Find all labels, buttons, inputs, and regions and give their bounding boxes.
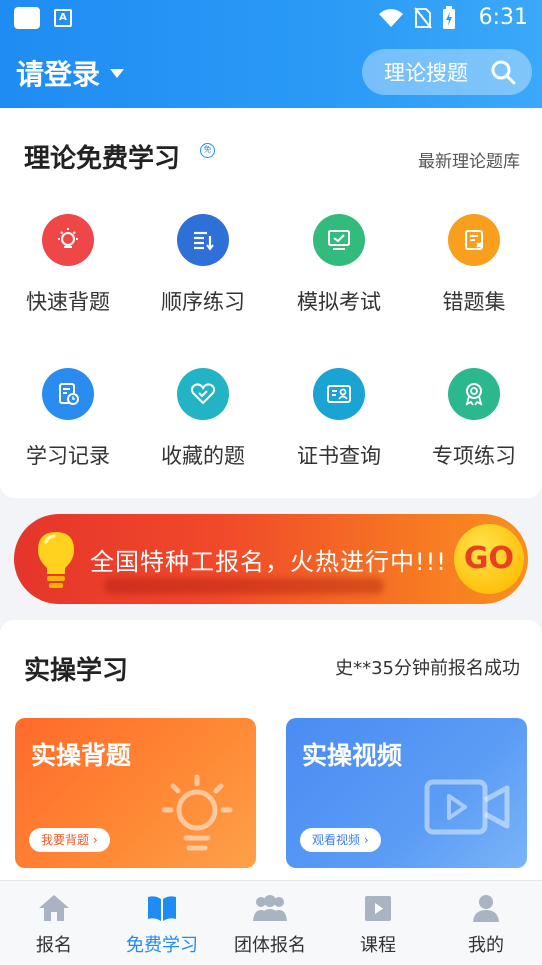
no-sim-icon [414, 7, 432, 29]
grid-item-sequential-practice[interactable]: 顺序练习 [148, 214, 258, 316]
recite-button-label: 我要背题 [41, 833, 90, 847]
tile-title: 实操背题 [31, 741, 132, 770]
practice-title: 实操学习 [24, 656, 129, 686]
grid-item-mock-exam[interactable]: 模拟考试 [284, 214, 394, 316]
tab-free-study[interactable]: 免费学习 [108, 893, 216, 957]
practice-recite-tile[interactable]: 实操背题 我要背题 › [15, 718, 256, 868]
wifi-icon [379, 9, 403, 27]
book-icon [148, 896, 176, 921]
watch-video-button-label: 观看视频 [312, 833, 361, 847]
free-badge: 免 [200, 143, 215, 158]
tab-label: 报名 [36, 935, 72, 956]
status-bar: A 6:31 [0, 0, 542, 38]
lightbulb-icon [38, 532, 74, 588]
grid-item-label: 模拟考试 [297, 290, 381, 314]
tab-label: 免费学习 [126, 935, 198, 956]
award-medal-icon [448, 368, 500, 420]
app-header: A 6:31 请登录 理论搜题 [0, 0, 542, 108]
group-icon [253, 895, 287, 921]
grid-item-label: 快速背题 [26, 290, 110, 314]
grid-item-label: 证书查询 [297, 444, 381, 468]
bulb-illustration-icon [161, 774, 233, 851]
chevron-right-icon: › [92, 833, 98, 847]
search-label: 理论搜题 [384, 61, 468, 85]
battery-charging-icon [443, 6, 455, 29]
login-label: 请登录 [16, 58, 101, 91]
tab-register[interactable]: 报名 [0, 893, 108, 957]
grid-item-favorites[interactable]: 收藏的题 [148, 368, 258, 470]
monitor-check-icon [313, 214, 365, 266]
grid-item-label: 错题集 [442, 290, 506, 314]
record-clock-icon [42, 368, 94, 420]
tab-group-register[interactable]: 团体报名 [216, 893, 324, 957]
latest-question-bank-link[interactable]: 最新理论题库 [418, 147, 520, 172]
tab-label: 我的 [468, 935, 504, 956]
grid-item-special-practice[interactable]: 专项练习 [419, 368, 529, 470]
play-icon [365, 896, 391, 921]
clock: 6:31 [478, 5, 528, 30]
theory-study-card: 理论免费学习 免 最新理论题库 快速背题 顺序练习 模拟考试 错题集 学习记录 [0, 108, 542, 498]
chevron-right-icon: › [363, 833, 369, 847]
grid-item-quick-recite[interactable]: 快速背题 [13, 214, 123, 316]
practice-video-tile[interactable]: 实操视频 观看视频 › [286, 718, 527, 868]
watch-video-button[interactable]: 观看视频 › [300, 828, 381, 852]
bulb-icon [42, 214, 94, 266]
grid-item-label: 顺序练习 [161, 290, 245, 314]
tile-title: 实操视频 [302, 741, 403, 770]
notification-icon [14, 7, 40, 29]
practice-study-card: 实操学习 史**35分钟前报名成功 实操背题 我要背题 › 实操视频 观看视频 … [0, 620, 542, 882]
grid-item-label: 专项练习 [432, 444, 516, 468]
video-camera-icon [424, 779, 510, 835]
theory-title: 理论免费学习 [24, 144, 181, 174]
banner-shadow-text [104, 578, 384, 594]
registration-notice: 史**35分钟前报名成功 [335, 658, 520, 679]
caret-down-icon [110, 68, 125, 78]
grid-item-label: 收藏的题 [161, 444, 245, 468]
grid-item-label: 学习记录 [26, 444, 110, 468]
tab-label: 课程 [360, 935, 396, 956]
app-notification-icon: A [54, 9, 72, 27]
bottom-tab-bar: 报名 免费学习 团体报名 课程 我的 [0, 880, 542, 965]
grid-item-certificate-query[interactable]: 证书查询 [284, 368, 394, 470]
home-icon [39, 895, 69, 921]
grid-item-wrong-questions[interactable]: 错题集 [419, 214, 529, 316]
certificate-id-icon [313, 368, 365, 420]
tab-label: 团体报名 [234, 935, 306, 956]
grid-item-study-record[interactable]: 学习记录 [13, 368, 123, 470]
tab-courses[interactable]: 课程 [324, 893, 432, 957]
status-icons [378, 6, 456, 30]
wrong-notebook-icon [448, 214, 500, 266]
search-button[interactable]: 理论搜题 [362, 49, 532, 95]
heart-check-icon [177, 368, 229, 420]
registration-banner[interactable]: 全国特种工报名，火热进行中!!! GO [14, 514, 528, 604]
login-dropdown[interactable]: 请登录 [16, 53, 125, 93]
tab-mine[interactable]: 我的 [432, 893, 540, 957]
user-icon [473, 895, 499, 922]
search-icon [491, 60, 516, 85]
recite-button[interactable]: 我要背题 › [29, 828, 110, 852]
go-button[interactable]: GO [454, 524, 524, 594]
banner-text: 全国特种工报名，火热进行中!!! [90, 548, 447, 576]
list-order-icon [177, 214, 229, 266]
